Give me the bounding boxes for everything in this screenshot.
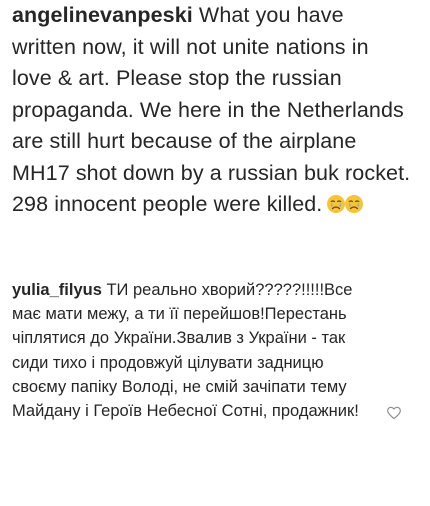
comment-yulia-filyus: yulia_filyus ТИ реально хворий?????!!!!!… (12, 278, 372, 423)
crying-face-icon (327, 195, 346, 213)
emoji-group (326, 192, 364, 224)
crying-face-icon (345, 195, 364, 213)
comment-text: What you have written now, it will not u… (12, 3, 411, 216)
comment-username[interactable]: yulia_filyus (12, 281, 102, 299)
comment-username[interactable]: angelinevanpeski (12, 3, 193, 27)
comment-text: ТИ реально хворий?????!!!!!Все має мати … (12, 281, 359, 421)
comment-angelinevanpeski: angelinevanpeski What you have written n… (12, 0, 412, 224)
heart-outline-icon[interactable] (386, 405, 402, 421)
